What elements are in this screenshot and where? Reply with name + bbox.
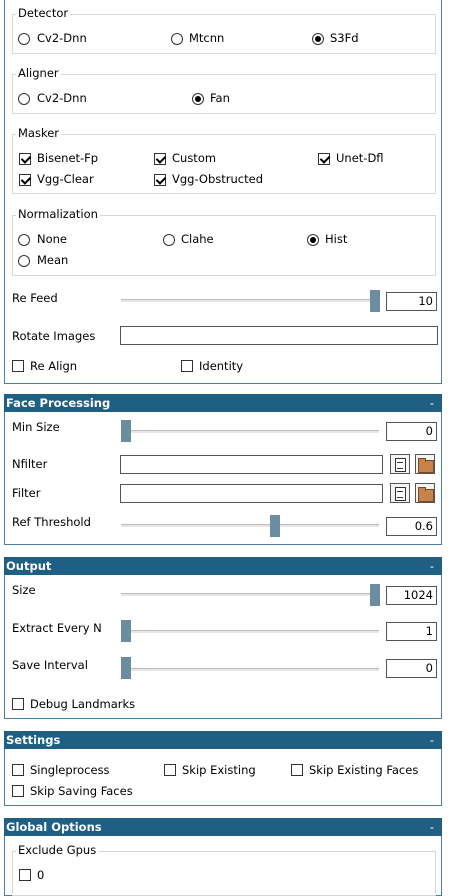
- re-feed-slider-thumb[interactable]: [370, 290, 380, 312]
- detector-label-s3fd: S3Fd: [330, 31, 359, 45]
- masker-label-custom: Custom: [172, 151, 217, 165]
- normalization-label-none: None: [37, 232, 68, 246]
- aligner-label-fan: Fan: [210, 91, 230, 105]
- filter-file-list-icon[interactable]: [390, 483, 410, 503]
- identity-label: Identity: [199, 359, 244, 373]
- aligner-radio-fan[interactable]: [192, 93, 204, 105]
- nfilter-folder-icon[interactable]: [415, 454, 435, 474]
- skip-existing-checkbox[interactable]: [164, 764, 176, 776]
- output-title: Output: [6, 559, 52, 573]
- detector-group-title: Detector: [16, 6, 71, 20]
- re-feed-value[interactable]: 10: [386, 292, 437, 311]
- aligner-radio-cv2-dnn[interactable]: [18, 93, 30, 105]
- normalization-label-mean: Mean: [37, 253, 69, 267]
- filter-input[interactable]: [120, 484, 383, 503]
- min-size-slider-thumb[interactable]: [121, 420, 131, 442]
- detector-radio-s3fd[interactable]: [312, 33, 324, 45]
- detector-radio-cv2-dnn[interactable]: [18, 33, 30, 45]
- save-interval-slider-track[interactable]: [121, 668, 379, 671]
- save-interval-label: Save Interval: [12, 658, 88, 672]
- nfilter-file-list-icon[interactable]: [390, 454, 410, 474]
- masker-label-vgg-clear: Vgg-Clear: [37, 172, 94, 186]
- exclude-gpus-group: [12, 851, 436, 896]
- global-options-title: Global Options: [6, 820, 102, 834]
- skip-existing-faces-checkbox[interactable]: [291, 764, 303, 776]
- save-interval-slider-thumb[interactable]: [121, 657, 131, 679]
- rotate-images-label: Rotate Images: [12, 329, 96, 343]
- masker-check-vgg-obstructed[interactable]: [154, 174, 166, 186]
- normalization-label-clahe: Clahe: [181, 232, 214, 246]
- exclude-gpus-group-title: Exclude Gpus: [16, 843, 99, 857]
- settings-title: Settings: [6, 733, 61, 747]
- ref-threshold-slider-track[interactable]: [121, 524, 379, 527]
- size-label: Size: [12, 583, 36, 597]
- identity-checkbox[interactable]: [181, 360, 193, 372]
- filter-label: Filter: [12, 486, 41, 500]
- skip-saving-faces-label: Skip Saving Faces: [30, 784, 133, 798]
- masker-check-custom[interactable]: [154, 153, 166, 165]
- global-options-header[interactable]: Global Options -: [4, 818, 442, 836]
- normalization-radio-hist[interactable]: [307, 234, 319, 246]
- face-processing-title: Face Processing: [6, 396, 111, 410]
- global-options-collapse-button[interactable]: -: [430, 818, 434, 836]
- debug-landmarks-checkbox[interactable]: [12, 698, 24, 710]
- detector-label-mtcnn: Mtcnn: [189, 31, 225, 45]
- detector-radio-mtcnn[interactable]: [171, 33, 183, 45]
- normalization-group: [12, 215, 436, 276]
- skip-existing-label: Skip Existing: [182, 763, 256, 777]
- nfilter-label: Nfilter: [12, 457, 48, 471]
- extract-every-n-value[interactable]: 1: [386, 622, 437, 641]
- skip-existing-faces-label: Skip Existing Faces: [309, 763, 419, 777]
- skip-saving-faces-checkbox[interactable]: [12, 785, 24, 797]
- save-interval-value[interactable]: 0: [386, 659, 437, 678]
- debug-landmarks-label: Debug Landmarks: [30, 697, 136, 711]
- re-feed-label: Re Feed: [12, 291, 58, 305]
- masker-label-unet-dfl: Unet-Dfl: [336, 151, 384, 165]
- min-size-value[interactable]: 0: [386, 422, 437, 441]
- aligner-group-title: Aligner: [16, 66, 61, 80]
- masker-check-vgg-clear[interactable]: [19, 174, 31, 186]
- min-size-label: Min Size: [12, 420, 60, 434]
- detector-label-cv2-dnn: Cv2-Dnn: [37, 31, 87, 45]
- singleprocess-checkbox[interactable]: [12, 764, 24, 776]
- normalization-radio-mean[interactable]: [18, 255, 30, 267]
- aligner-label-cv2-dnn: Cv2-Dnn: [37, 91, 87, 105]
- size-slider-track[interactable]: [121, 593, 379, 596]
- re-align-checkbox[interactable]: [12, 360, 24, 372]
- settings-collapse-button[interactable]: -: [430, 731, 434, 749]
- extract-every-n-slider-thumb[interactable]: [121, 620, 131, 642]
- output-header[interactable]: Output -: [4, 557, 442, 575]
- face-processing-header[interactable]: Face Processing -: [4, 394, 442, 412]
- masker-group-title: Masker: [16, 126, 62, 140]
- min-size-slider-track[interactable]: [121, 430, 379, 433]
- settings-header[interactable]: Settings -: [4, 731, 442, 749]
- nfilter-input[interactable]: [120, 455, 383, 474]
- masker-label-bisenet-fp: Bisenet-Fp: [37, 151, 99, 165]
- rotate-images-input[interactable]: [120, 326, 438, 345]
- singleprocess-label: Singleprocess: [30, 763, 110, 777]
- re-align-label: Re Align: [30, 359, 78, 373]
- face-processing-collapse-button[interactable]: -: [430, 394, 434, 412]
- extract-every-n-label: Extract Every N: [12, 621, 102, 635]
- size-slider-thumb[interactable]: [370, 584, 380, 606]
- normalization-radio-none[interactable]: [18, 234, 30, 246]
- filter-folder-icon[interactable]: [415, 483, 435, 503]
- extract-every-n-slider-track[interactable]: [121, 630, 379, 633]
- normalization-radio-clahe[interactable]: [163, 234, 175, 246]
- ref-threshold-value[interactable]: 0.6: [386, 517, 437, 536]
- normalization-group-title: Normalization: [16, 207, 100, 221]
- output-collapse-button[interactable]: -: [430, 557, 434, 575]
- masker-label-vgg-obstructed: Vgg-Obstructed: [172, 172, 264, 186]
- masker-check-bisenet-fp[interactable]: [19, 153, 31, 165]
- normalization-label-hist: Hist: [325, 232, 348, 246]
- ref-threshold-slider-thumb[interactable]: [270, 515, 280, 537]
- exclude-gpu-0-checkbox[interactable]: [19, 869, 31, 881]
- ref-threshold-label: Ref Threshold: [12, 515, 91, 529]
- exclude-gpu-0-label: 0: [37, 868, 45, 882]
- masker-check-unet-dfl[interactable]: [318, 153, 330, 165]
- re-feed-slider-track[interactable]: [121, 299, 379, 302]
- size-value[interactable]: 1024: [386, 586, 437, 605]
